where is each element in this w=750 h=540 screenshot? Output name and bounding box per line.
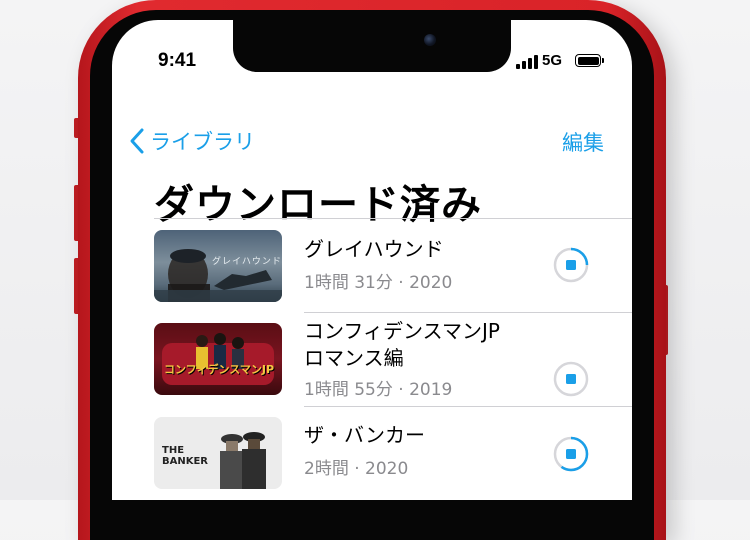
notch — [233, 20, 511, 72]
signal-icon — [516, 55, 538, 69]
list-item-the-banker[interactable]: THE BANKER ザ・バンカー 2時間 · 2020 — [112, 408, 632, 498]
back-button-label: ライブラリ — [150, 130, 255, 154]
thumbnail-the-banker: THE BANKER — [154, 417, 282, 489]
front-camera — [424, 34, 436, 46]
confidenceman-art — [162, 333, 274, 385]
chevron-left-icon — [130, 128, 144, 154]
download-progress-button[interactable] — [553, 436, 589, 472]
title-divider — [154, 218, 632, 219]
thumbnail-title: コンフィデンスマンJP — [164, 363, 275, 376]
item-title-line-1: コンフィデンスマンJP — [304, 319, 500, 343]
thumbnail-title: グレイハウンド — [212, 257, 282, 267]
edit-button[interactable]: 編集 — [562, 127, 604, 157]
status-time: 9:41 — [158, 50, 197, 71]
battery-icon — [575, 54, 604, 67]
item-title-line-2: ロマンス編 — [304, 346, 404, 370]
back-button[interactable]: ライブラリ — [128, 126, 255, 156]
row-divider — [304, 406, 632, 407]
thumbnail-title: THE BANKER — [162, 445, 209, 467]
item-meta: 2時間 · 2020 — [304, 459, 409, 479]
phone-screen: 9:41 5G ライブラリ 編集 ダウンロード済み グレイハウンド グレイハウン… — [112, 20, 632, 500]
battery-fill — [577, 56, 599, 65]
item-title-line-1: グレイハウンド — [304, 237, 444, 261]
list-item-greyhound[interactable]: グレイハウンド グレイハウンド 1時間 31分 · 2020 — [112, 220, 632, 310]
row-divider — [304, 312, 632, 313]
list-item-confidenceman[interactable]: コンフィデンスマンJP コンフィデンスマンJP ロマンス編 1時間 55分 · … — [112, 314, 632, 404]
item-meta: 1時間 31分 · 2020 — [304, 273, 453, 293]
item-meta: 1時間 55分 · 2019 — [304, 380, 453, 400]
download-progress-button[interactable] — [553, 361, 589, 397]
item-title-line-1: ザ・バンカー — [304, 423, 425, 447]
thumbnail-greyhound: グレイハウンド — [154, 230, 282, 302]
download-progress-button[interactable] — [553, 247, 589, 283]
network-label: 5G — [542, 52, 563, 69]
thumbnail-confidenceman: コンフィデンスマンJP — [154, 323, 282, 395]
